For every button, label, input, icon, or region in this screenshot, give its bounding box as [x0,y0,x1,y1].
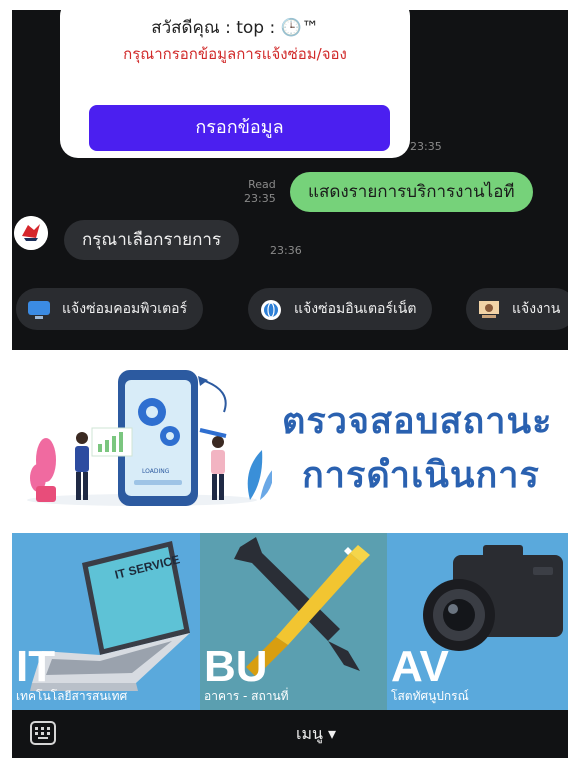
message-timestamp: 23:35 [410,140,442,153]
tile-av[interactable]: AV โสตทัศนูปกรณ์ [387,533,568,710]
outgoing-timestamp: 23:35 [244,192,276,205]
tile-label: เทคโนโลยีสารสนเทศ [16,689,128,703]
tile-label: โสตทัศนูปกรณ์ [391,689,469,703]
read-status: Read [248,178,276,191]
quick-reply-computer-repair[interactable]: แจ้งซ่อมคอมพิวเตอร์ [16,288,204,330]
quick-reply-label: แจ้งงาน [512,301,561,317]
card-greeting: สวัสดีคุณ : top : 🕒™ [151,18,319,38]
tile-label: อาคาร - สถานที่ [204,689,289,703]
chat-area[interactable]: สวัสดีคุณ : top : 🕒™ กรุณากรอกข้อมูลการแ… [12,10,568,350]
tile-code: BU [204,642,268,691]
read-receipt: Read 23:35 [244,178,276,206]
message-card: สวัสดีคุณ : top : 🕒™ กรุณากรอกข้อมูลการแ… [60,10,410,158]
bot-logo-icon [14,216,48,250]
status-check-banner[interactable]: LOADING ตรวจสอบสถานะ การดำเนินการ [12,350,568,533]
line-chat-screen: สวัสดีคุณ : top : 🕒™ กรุณากรอกข้อมูลการแ… [0,0,568,758]
outgoing-message-bubble: แสดงรายการบริการงานไอที [290,172,533,212]
quick-reply-report-task[interactable]: แจ้งงาน [466,288,568,330]
tile-it[interactable]: IT SERVICE IT เทคโนโลยีสารสนเทศ [12,533,200,710]
banner-illustration: LOADING [27,370,272,506]
computer-icon [26,297,52,321]
tile-code: IT [16,642,56,691]
bottom-bar: เมนู ▾ [12,710,568,758]
incoming-timestamp: 23:36 [270,244,302,257]
card-instruction: กรุณากรอกข้อมูลการแจ้งซ่อม/จอง [123,45,347,63]
phone-loading-label: LOADING [142,468,170,475]
quick-reply-label: แจ้งซ่อมอินเตอร์เน็ต [294,301,417,317]
presentation-icon [476,297,502,321]
tile-bu[interactable]: BU อาคาร - สถานที่ [200,533,387,710]
menu-toggle-button[interactable]: เมนู ▾ [296,722,336,747]
keyboard-icon[interactable] [30,721,56,745]
globe-icon [258,297,284,321]
quick-reply-label: แจ้งซ่อมคอมพิวเตอร์ [62,301,188,317]
fill-form-button[interactable]: กรอกข้อมูล [89,105,390,151]
incoming-message-bubble: กรุณาเลือกรายการ [64,220,240,260]
bot-avatar[interactable] [14,216,48,250]
quick-reply-internet-repair[interactable]: แจ้งซ่อมอินเตอร์เน็ต [248,288,433,330]
banner-title-line2: การดำเนินการ [302,455,540,496]
banner-title-line1: ตรวจสอบสถานะ [282,401,553,442]
tile-code: AV [391,642,449,691]
